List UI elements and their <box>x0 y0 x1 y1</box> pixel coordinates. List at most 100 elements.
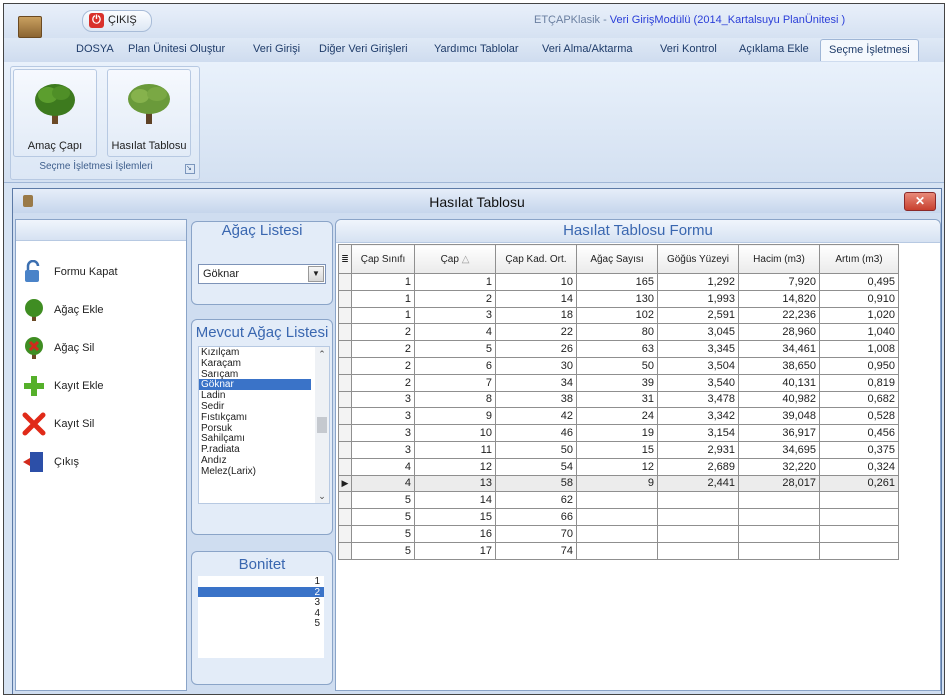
list-item[interactable]: Ladin <box>199 390 311 401</box>
table-cell[interactable]: 11 <box>414 440 496 459</box>
hasilat-tablosu-button[interactable]: Hasılat Tablosu <box>107 69 191 157</box>
column-header-artim[interactable]: Artım (m3) <box>819 244 899 274</box>
row-header[interactable] <box>338 407 352 426</box>
table-cell[interactable]: 0,495 <box>819 273 899 291</box>
row-header[interactable] <box>338 373 352 392</box>
table-cell[interactable]: 4 <box>351 474 415 493</box>
tab-aciklama-ekle[interactable]: Açıklama Ekle <box>739 43 809 55</box>
table-cell[interactable]: 14,820 <box>738 289 820 308</box>
table-cell[interactable]: 3 <box>351 407 415 426</box>
row-header[interactable] <box>338 457 352 476</box>
table-cell[interactable]: 3,154 <box>657 424 739 442</box>
table-cell[interactable]: 16 <box>414 524 496 543</box>
table-cell[interactable] <box>738 508 820 526</box>
table-cell[interactable]: 15 <box>576 440 658 459</box>
row-header[interactable] <box>338 323 352 342</box>
table-cell[interactable]: 50 <box>495 440 577 459</box>
table-cell[interactable]: 62 <box>495 491 577 510</box>
agac-listesi-dropdown[interactable]: Göknar ▼ <box>198 264 326 284</box>
table-row[interactable]: 3 10 46 19 3,154 36,917 0,456 <box>338 424 899 442</box>
column-header-agac-sayisi[interactable]: Ağaç Sayısı <box>576 244 658 274</box>
table-cell[interactable]: 5 <box>351 524 415 543</box>
table-row[interactable]: 5 16 70 <box>338 524 899 543</box>
table-cell[interactable]: 5 <box>351 541 415 560</box>
table-cell[interactable] <box>657 491 739 510</box>
table-cell[interactable] <box>819 524 899 543</box>
list-item[interactable]: Karaçam <box>199 358 311 369</box>
table-cell[interactable]: 32,220 <box>738 457 820 476</box>
table-cell[interactable] <box>657 541 739 560</box>
table-cell[interactable]: 28,017 <box>738 474 820 493</box>
table-cell[interactable]: 3 <box>351 390 415 409</box>
table-cell[interactable]: 28,960 <box>738 323 820 342</box>
tab-plan-unitesi-olustur[interactable]: Plan Ünitesi Oluştur <box>128 43 225 55</box>
formu-kapat-button[interactable]: Formu Kapat <box>22 258 182 286</box>
exit-button[interactable]: ⏻ ÇIKIŞ <box>82 10 152 32</box>
column-header-cap-kad-ort[interactable]: Çap Kad. Ort. <box>495 244 577 274</box>
table-cell[interactable] <box>576 524 658 543</box>
column-header-cap-sinifi[interactable]: Çap Sınıfı <box>351 244 415 274</box>
table-row[interactable]: 4 12 54 12 2,689 32,220 0,324 <box>338 457 899 476</box>
list-item[interactable]: Sarıçam <box>199 369 311 380</box>
table-cell[interactable]: 1,020 <box>819 306 899 325</box>
table-cell[interactable] <box>657 508 739 526</box>
row-header[interactable] <box>338 340 352 358</box>
current-row-arrow-icon[interactable]: ▶ <box>338 474 352 493</box>
table-cell[interactable]: 46 <box>495 424 577 442</box>
row-header[interactable] <box>338 273 352 291</box>
table-cell[interactable]: 8 <box>414 390 496 409</box>
table-cell[interactable]: 30 <box>495 356 577 375</box>
table-row[interactable]: 2 7 34 39 3,540 40,131 0,819 <box>338 373 899 392</box>
column-header-gogus-yuzeyi[interactable]: Göğüs Yüzeyi <box>657 244 739 274</box>
table-cell[interactable]: 3 <box>351 440 415 459</box>
table-cell[interactable]: 18 <box>495 306 577 325</box>
table-row[interactable]: 2 4 22 80 3,045 28,960 1,040 <box>338 323 899 342</box>
table-cell[interactable]: 1 <box>414 273 496 291</box>
table-cell[interactable]: 74 <box>495 541 577 560</box>
table-cell[interactable]: 4 <box>414 323 496 342</box>
tab-veri-alma-aktarma[interactable]: Veri Alma/Aktarma <box>542 43 632 55</box>
row-header[interactable] <box>338 356 352 375</box>
list-item[interactable]: 4 <box>198 608 324 619</box>
table-cell[interactable]: 40,982 <box>738 390 820 409</box>
table-cell[interactable]: 1,040 <box>819 323 899 342</box>
list-item[interactable]: Sahilçamı <box>199 433 311 444</box>
table-cell[interactable]: 3,504 <box>657 356 739 375</box>
table-cell[interactable]: 50 <box>576 356 658 375</box>
table-cell[interactable]: 22,236 <box>738 306 820 325</box>
cikis-button[interactable]: Çıkış <box>22 448 182 476</box>
row-header[interactable] <box>338 306 352 325</box>
table-cell[interactable]: 9 <box>576 474 658 493</box>
column-header-cap[interactable]: Çap △ <box>414 244 496 274</box>
table-cell[interactable]: 3,045 <box>657 323 739 342</box>
table-cell[interactable]: 2 <box>351 323 415 342</box>
table-row[interactable]: ▶ 4 13 58 9 2,441 28,017 0,261 <box>338 474 899 493</box>
row-header[interactable] <box>338 524 352 543</box>
table-cell[interactable]: 70 <box>495 524 577 543</box>
table-cell[interactable]: 66 <box>495 508 577 526</box>
table-cell[interactable]: 54 <box>495 457 577 476</box>
table-cell[interactable]: 58 <box>495 474 577 493</box>
table-cell[interactable]: 3,345 <box>657 340 739 358</box>
table-cell[interactable]: 2,591 <box>657 306 739 325</box>
table-cell[interactable]: 0,819 <box>819 373 899 392</box>
table-cell[interactable]: 0,261 <box>819 474 899 493</box>
row-header[interactable] <box>338 424 352 442</box>
table-cell[interactable]: 6 <box>414 356 496 375</box>
list-item[interactable]: 3 <box>198 597 324 608</box>
row-header[interactable] <box>338 390 352 409</box>
table-cell[interactable]: 0,375 <box>819 440 899 459</box>
list-item[interactable]: 5 <box>198 618 324 629</box>
table-cell[interactable]: 42 <box>495 407 577 426</box>
table-cell[interactable]: 39 <box>576 373 658 392</box>
table-cell[interactable]: 2,689 <box>657 457 739 476</box>
table-cell[interactable]: 10 <box>414 424 496 442</box>
table-cell[interactable]: 1 <box>351 273 415 291</box>
table-cell[interactable] <box>738 491 820 510</box>
table-cell[interactable]: 26 <box>495 340 577 358</box>
table-cell[interactable]: 5 <box>351 491 415 510</box>
list-item[interactable]: Fıstıkçamı <box>199 412 311 423</box>
kayit-sil-button[interactable]: Kayıt Sil <box>22 410 182 438</box>
table-cell[interactable] <box>738 524 820 543</box>
table-row[interactable]: 2 5 26 63 3,345 34,461 1,008 <box>338 340 899 358</box>
